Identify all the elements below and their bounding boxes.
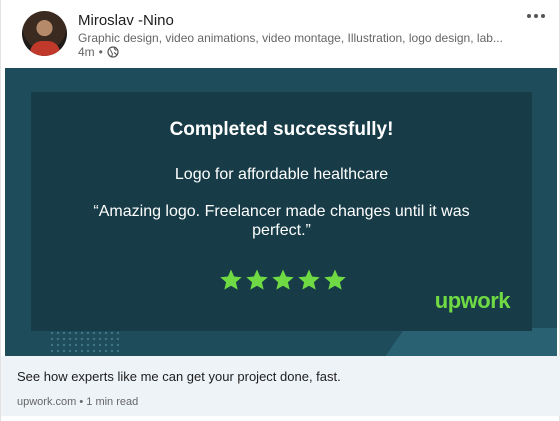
post-time: 4m bbox=[78, 45, 95, 59]
star-icon bbox=[298, 269, 320, 290]
star-icon bbox=[324, 269, 346, 290]
link-title[interactable]: See how experts like me can get your pro… bbox=[17, 369, 341, 384]
post-meta: 4m • bbox=[78, 45, 119, 59]
review-title: Completed successfully! bbox=[169, 119, 394, 140]
link-source: upwork.com bbox=[17, 396, 77, 408]
post-header: Miroslav -Nino Graphic design, video ani… bbox=[1, 0, 560, 68]
review-quote: “Amazing logo. Freelancer made changes u… bbox=[93, 203, 470, 239]
link-subtitle: upwork.com • 1 min read bbox=[17, 396, 138, 408]
link-preview-footer[interactable]: See how experts like me can get your pro… bbox=[1, 356, 560, 416]
link-separator: • bbox=[79, 396, 84, 408]
link-read-time: 1 min read bbox=[86, 396, 139, 408]
rating-stars bbox=[219, 268, 347, 292]
author-headline: Graphic design, video animations, video … bbox=[78, 31, 503, 45]
author-name[interactable]: Miroslav -Nino bbox=[78, 12, 174, 29]
post-card: Miroslav -Nino Graphic design, video ani… bbox=[0, 0, 560, 421]
meta-separator: • bbox=[98, 45, 103, 59]
star-icon bbox=[246, 269, 268, 290]
globe-icon bbox=[107, 46, 119, 58]
upwork-logo: upwork bbox=[434, 288, 511, 313]
link-preview-image[interactable]: Completed successfully! Logo for afforda… bbox=[5, 68, 557, 356]
review-panel: Completed successfully! Logo for afforda… bbox=[31, 92, 532, 331]
star-icon bbox=[272, 269, 294, 290]
project-name: Logo for affordable healthcare bbox=[174, 166, 389, 183]
more-options-icon[interactable] bbox=[527, 14, 545, 18]
avatar[interactable] bbox=[22, 11, 67, 56]
star-icon bbox=[220, 269, 242, 290]
